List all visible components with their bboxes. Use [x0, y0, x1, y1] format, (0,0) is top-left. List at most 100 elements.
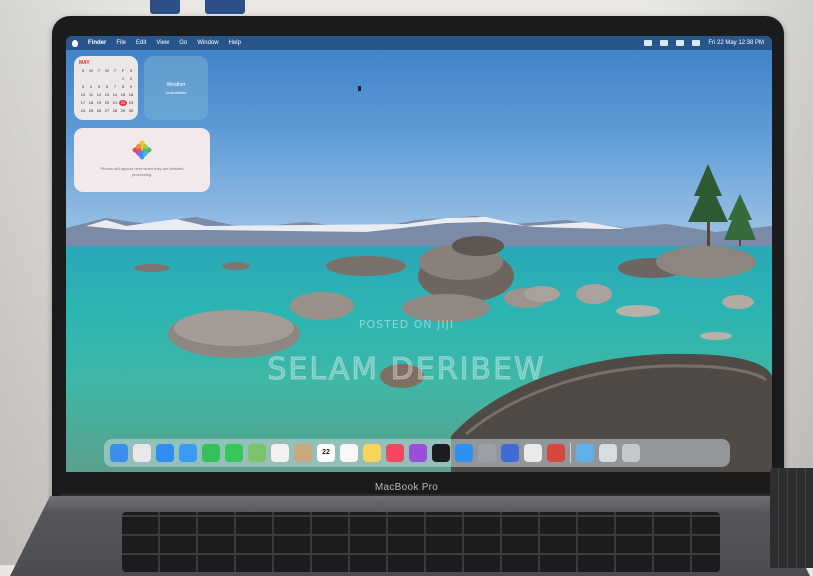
keychain-icon[interactable]	[524, 444, 542, 462]
calendar-day	[95, 76, 103, 82]
calendar-day: 22	[119, 100, 127, 106]
system-settings-icon[interactable]	[478, 444, 496, 462]
calendar-day: 11	[88, 92, 94, 97]
second-laptop	[770, 468, 813, 568]
menu-view[interactable]: View	[156, 40, 169, 46]
calendar-day: 2	[129, 76, 133, 81]
apple-menu-icon[interactable]	[72, 39, 78, 47]
calendar-day	[79, 76, 87, 82]
calendar-day	[103, 76, 111, 82]
watermark-line-1: POSTED ON JIJI	[358, 318, 455, 331]
menu-bar: Finder File Edit View Go Window Help Fri…	[66, 36, 772, 50]
contacts-icon[interactable]	[294, 444, 312, 462]
calendar-day: 20	[104, 100, 110, 105]
device-label: MacBook Pro	[374, 482, 439, 493]
finder-icon[interactable]	[110, 444, 128, 462]
messages-icon[interactable]	[225, 444, 243, 462]
weather-status: Unavailable	[165, 90, 187, 95]
dock: 22	[104, 439, 730, 467]
battery-icon[interactable]	[644, 40, 653, 46]
calendar-day: 24	[80, 108, 86, 113]
folder-icon[interactable]	[576, 444, 594, 462]
menu-help[interactable]: Help	[229, 40, 241, 46]
calendar-widget[interactable]: MAY S M T W T F S 1 2 3 4 5 6 7 8 9 10 11 12 13 14 15 16 17 18 19…	[74, 56, 138, 120]
calendar-weekday: W	[105, 68, 109, 73]
calendar-day: 15	[120, 92, 126, 97]
calendar-day: 13	[104, 92, 110, 97]
mouse-pointer-icon	[358, 86, 361, 91]
calendar-day: 16	[128, 92, 134, 97]
calendar-day	[111, 76, 119, 82]
calendar-day: 4	[89, 84, 93, 89]
calendar-icon[interactable]: 22	[317, 444, 335, 462]
calendar-weekday: T	[97, 68, 101, 73]
menu-bar-status: Fri 22 May 12:38 PM	[644, 40, 772, 46]
laptop-screen: Finder File Edit View Go Window Help Fri…	[66, 36, 772, 472]
weather-title: Weather	[166, 82, 186, 88]
photos-widget[interactable]: Photos will appear here when they are fi…	[74, 128, 210, 192]
menu-app-name[interactable]: Finder	[88, 40, 106, 46]
background-object	[150, 0, 180, 14]
search-icon[interactable]	[676, 40, 685, 46]
dock-separator	[570, 443, 571, 463]
menu-window[interactable]: Window	[197, 40, 218, 46]
background-object	[205, 0, 245, 14]
podcasts-icon[interactable]	[409, 444, 427, 462]
downloads-icon[interactable]	[599, 444, 617, 462]
calendar-day: 7	[113, 84, 117, 89]
photos-icon	[132, 140, 152, 160]
calendar-weekday: S	[129, 68, 133, 73]
menu-file[interactable]: File	[116, 40, 126, 46]
watermark-line-2: SELAM DERIBEW	[267, 352, 546, 388]
wifi-icon[interactable]	[660, 40, 669, 46]
calendar-day: 10	[80, 92, 86, 97]
music-icon[interactable]	[386, 444, 404, 462]
calendar-day: 30	[128, 108, 134, 113]
calendar-day: 26	[96, 108, 102, 113]
calendar-day: 12	[96, 92, 102, 97]
safari-icon[interactable]	[156, 444, 174, 462]
calendar-day: 18	[88, 100, 94, 105]
calendar-day: 23	[128, 100, 134, 105]
photos-widget-message: Photos will appear here when they are fi…	[100, 166, 184, 177]
tv-icon[interactable]	[432, 444, 450, 462]
calendar-day: 29	[120, 108, 126, 113]
calendar-month: MAY	[79, 60, 90, 66]
calendar-day: 21	[112, 100, 118, 105]
calendar-day: 1	[121, 76, 125, 81]
launchpad-icon[interactable]	[133, 444, 151, 462]
calendar-weekday: F	[121, 68, 125, 73]
photo-booth-icon[interactable]	[547, 444, 565, 462]
calendar-day: 9	[129, 84, 133, 89]
facetime-icon[interactable]	[202, 444, 220, 462]
calendar-day: 19	[96, 100, 102, 105]
calendar-day: 28	[112, 108, 118, 113]
calendar-day: 6	[105, 84, 109, 89]
notes-icon[interactable]	[363, 444, 381, 462]
calendar-day: 5	[97, 84, 101, 89]
control-center-icon[interactable]	[692, 40, 701, 46]
reminders-icon[interactable]	[340, 444, 358, 462]
calendar-day	[87, 76, 95, 82]
menu-go[interactable]: Go	[179, 40, 187, 46]
calendar-day: 14	[112, 92, 118, 97]
calendar-weekday: S	[81, 68, 85, 73]
mail-icon[interactable]	[179, 444, 197, 462]
calendar-day: 17	[80, 100, 86, 105]
calendar-weekday: T	[113, 68, 117, 73]
calendar-weekday: M	[89, 68, 93, 73]
weather-widget[interactable]: Weather Unavailable	[144, 56, 208, 120]
trash-icon[interactable]	[622, 444, 640, 462]
app-store-icon[interactable]	[455, 444, 473, 462]
calendar-grid: S M T W T F S 1 2 3 4 5 6 7 8 9 10 11 12 13 14 15 16 17 18 19 20 21…	[79, 68, 135, 114]
photos-icon[interactable]	[271, 444, 289, 462]
maps-icon[interactable]	[248, 444, 266, 462]
menu-edit[interactable]: Edit	[136, 40, 146, 46]
calendar-day: 3	[81, 84, 85, 89]
keyboard[interactable]	[122, 512, 720, 572]
preview-icon[interactable]	[501, 444, 519, 462]
calendar-day: 25	[88, 108, 94, 113]
calendar-day: 27	[104, 108, 110, 113]
menu-bar-clock[interactable]: Fri 22 May 12:38 PM	[708, 40, 764, 46]
calendar-day: 8	[121, 84, 125, 89]
